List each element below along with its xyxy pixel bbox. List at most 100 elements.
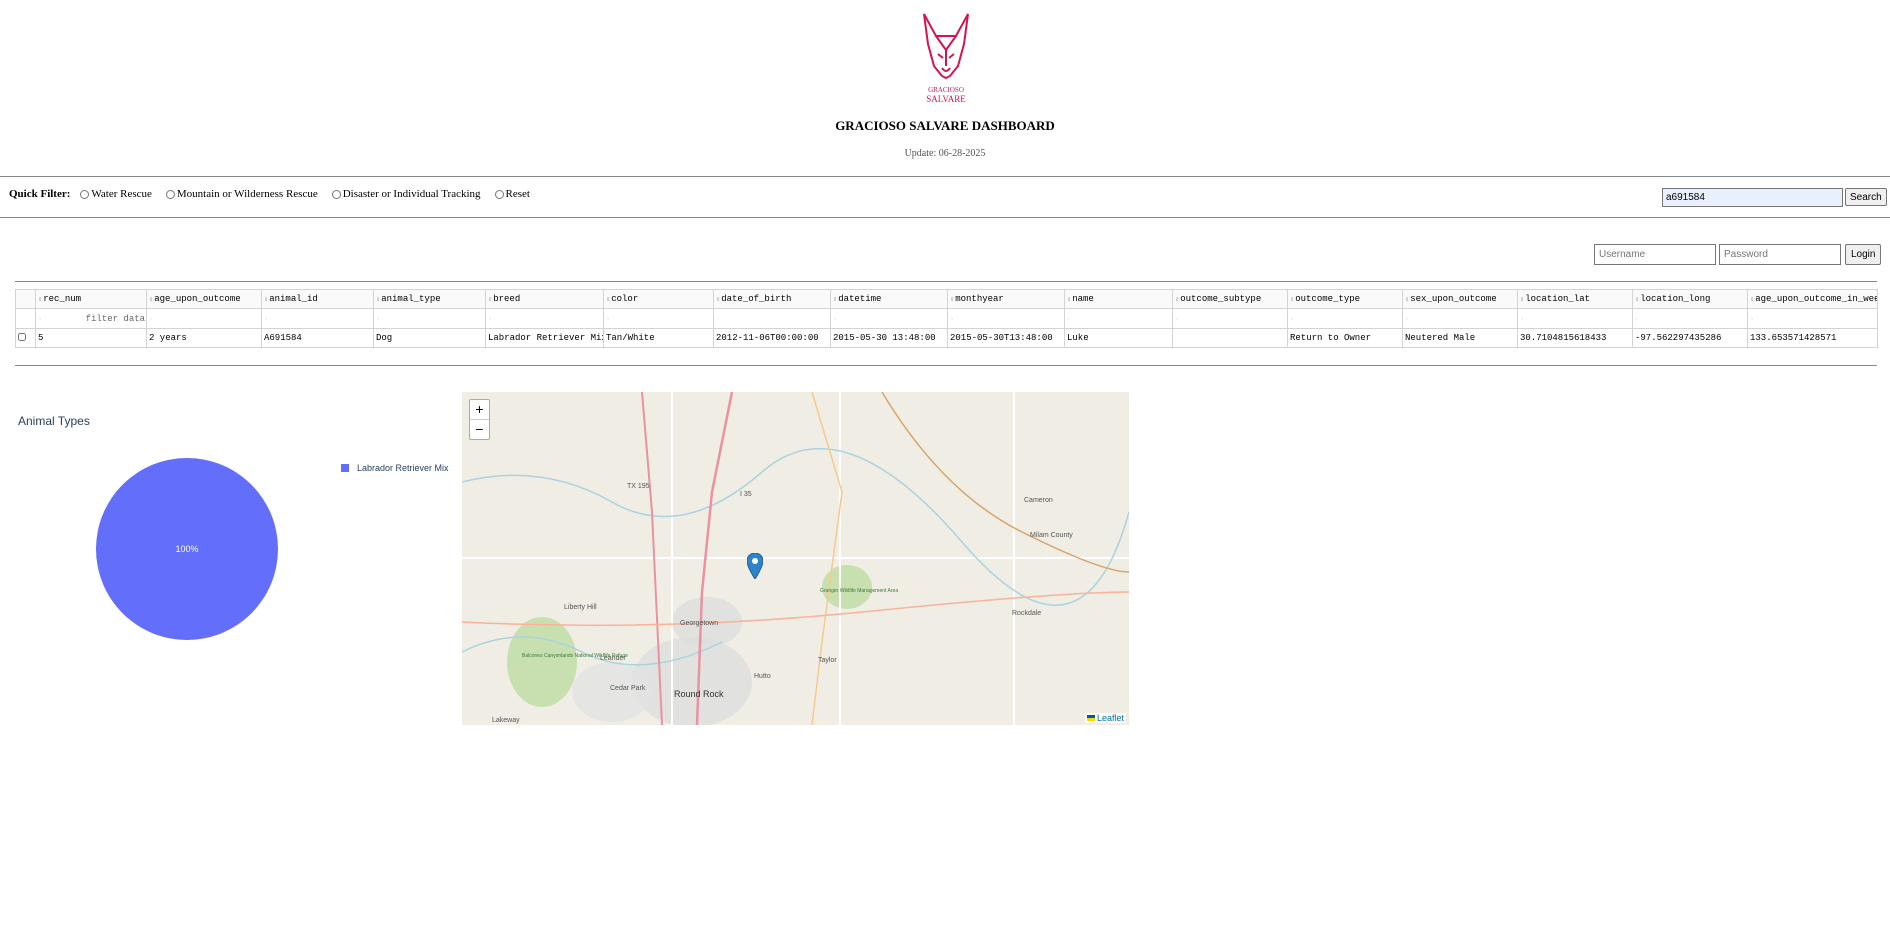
filter-input[interactable]: · bbox=[485, 308, 604, 329]
map-label: Liberty Hill bbox=[564, 604, 597, 611]
column-header[interactable]: ⇕age_upon_outcome_in_weeks bbox=[1747, 289, 1878, 309]
sort-icon[interactable]: ⇕ bbox=[950, 296, 954, 304]
table-cell: Return to Owner bbox=[1287, 328, 1403, 348]
column-header[interactable]: ⇕color bbox=[603, 289, 714, 309]
row-select[interactable] bbox=[15, 328, 36, 348]
data-table: ⇕rec_num ⇕age_upon_outcome ⇕animal_id ⇕a… bbox=[15, 289, 1878, 348]
legend-swatch bbox=[341, 464, 349, 472]
search-input[interactable] bbox=[1662, 188, 1843, 207]
filter-mountain-rescue[interactable]: Mountain or Wilderness Rescue bbox=[162, 188, 318, 200]
column-header[interactable]: ⇕sex_upon_outcome bbox=[1402, 289, 1518, 309]
filter-input[interactable]: · bbox=[1172, 308, 1288, 329]
table-cell bbox=[1172, 328, 1288, 348]
chart-title: Animal Types bbox=[18, 414, 90, 428]
map-label: Georgetown bbox=[680, 620, 718, 627]
map-label: Milam County bbox=[1030, 532, 1073, 539]
zoom-out-button[interactable]: − bbox=[470, 419, 489, 439]
sort-icon[interactable]: ⇕ bbox=[1750, 296, 1754, 304]
filter-input[interactable]: · bbox=[1747, 308, 1878, 329]
filter-input[interactable]: · bbox=[603, 308, 714, 329]
row-checkbox[interactable] bbox=[18, 332, 26, 341]
table-cell: 2015-05-30 13:48:00 bbox=[830, 328, 948, 348]
column-header[interactable]: ⇕name bbox=[1064, 289, 1173, 309]
filter-input[interactable]: · bbox=[146, 308, 262, 329]
table-cell: Labrador Retriever Mix bbox=[485, 328, 604, 348]
chart-legend[interactable]: Labrador Retriever Mix bbox=[341, 463, 449, 473]
sort-icon[interactable]: ⇕ bbox=[1175, 296, 1179, 304]
password-input[interactable] bbox=[1719, 244, 1841, 265]
map-label: I 35 bbox=[740, 491, 752, 498]
table-cell: Tan/White bbox=[603, 328, 714, 348]
username-input[interactable] bbox=[1594, 244, 1716, 265]
filter-input[interactable]: · bbox=[1517, 308, 1633, 329]
logo-dog-icon: GRACIOSO SALVARE bbox=[923, 13, 969, 104]
filter-input[interactable]: · bbox=[947, 308, 1065, 329]
column-header[interactable]: ⇕date_of_birth bbox=[713, 289, 831, 309]
column-header[interactable]: ⇕location_long bbox=[1632, 289, 1748, 309]
table-cell: Dog bbox=[373, 328, 486, 348]
sort-icon[interactable]: ⇕ bbox=[1067, 296, 1071, 304]
table-row: 5 2 years A691584 Dog Labrador Retriever… bbox=[15, 328, 1878, 348]
sort-icon[interactable]: ⇕ bbox=[488, 296, 492, 304]
column-header[interactable]: ⇕location_lat bbox=[1517, 289, 1633, 309]
column-header[interactable]: ⇕outcome_type bbox=[1287, 289, 1403, 309]
filter-row: · filter data... · · · · · · · · · · · ·… bbox=[15, 308, 1878, 329]
sort-icon[interactable]: ⇕ bbox=[149, 296, 153, 304]
filter-input[interactable]: · bbox=[713, 308, 831, 329]
column-header[interactable]: ⇕datetime bbox=[830, 289, 948, 309]
map-label: Hutto bbox=[754, 673, 771, 680]
sort-icon[interactable]: ⇕ bbox=[1635, 296, 1639, 304]
radio-water-rescue[interactable] bbox=[80, 189, 90, 199]
column-header[interactable]: ⇕breed bbox=[485, 289, 604, 309]
column-header[interactable]: ⇕monthyear bbox=[947, 289, 1065, 309]
filter-water-rescue[interactable]: Water Rescue bbox=[76, 188, 152, 200]
filter-input[interactable]: · bbox=[1064, 308, 1173, 329]
filter-input[interactable]: · bbox=[830, 308, 948, 329]
column-header[interactable]: ⇕animal_id bbox=[261, 289, 374, 309]
map-marker-icon[interactable] bbox=[747, 553, 763, 579]
sort-icon[interactable]: ⇕ bbox=[38, 296, 42, 304]
radio-reset[interactable] bbox=[494, 189, 504, 199]
divider bbox=[15, 365, 1877, 366]
map-tiles: TX 195 I 35 Cameron Milam County Liberty… bbox=[462, 392, 1129, 725]
filter-input[interactable]: · filter data... bbox=[35, 308, 147, 329]
search-button[interactable]: Search bbox=[1845, 188, 1887, 206]
sort-icon[interactable]: ⇕ bbox=[264, 296, 268, 304]
zoom-in-button[interactable]: + bbox=[470, 400, 489, 419]
column-header[interactable]: ⇕outcome_subtype bbox=[1172, 289, 1288, 309]
sort-icon[interactable]: ⇕ bbox=[833, 296, 837, 304]
filter-input[interactable]: · bbox=[1287, 308, 1403, 329]
map-label: Granger Wildlife Management Area bbox=[820, 588, 898, 594]
sort-icon[interactable]: ⇕ bbox=[376, 296, 380, 304]
filter-input[interactable]: · bbox=[1632, 308, 1748, 329]
sort-icon[interactable]: ⇕ bbox=[1405, 296, 1409, 304]
sort-icon[interactable]: ⇕ bbox=[716, 296, 720, 304]
filter-disaster-tracking[interactable]: Disaster or Individual Tracking bbox=[328, 188, 481, 200]
sort-icon[interactable]: ⇕ bbox=[1290, 296, 1294, 304]
column-header[interactable]: ⇕animal_type bbox=[373, 289, 486, 309]
leaflet-link[interactable]: Leaflet bbox=[1097, 713, 1124, 723]
filter-input[interactable]: · bbox=[261, 308, 374, 329]
column-header[interactable]: ⇕rec_num bbox=[35, 289, 147, 309]
map-attribution[interactable]: Leaflet bbox=[1084, 713, 1126, 723]
filter-reset[interactable]: Reset bbox=[491, 188, 530, 200]
table-header-row: ⇕rec_num ⇕age_upon_outcome ⇕animal_id ⇕a… bbox=[15, 289, 1878, 309]
logo-text-bottom: SALVARE bbox=[926, 94, 966, 104]
filter-input[interactable]: · bbox=[373, 308, 486, 329]
sort-icon[interactable]: ⇕ bbox=[1520, 296, 1524, 304]
divider bbox=[15, 281, 1877, 282]
radio-disaster-tracking[interactable] bbox=[331, 189, 341, 199]
table-cell: Luke bbox=[1064, 328, 1173, 348]
filter-cell bbox=[15, 308, 36, 329]
quick-filter-label: Quick Filter: bbox=[9, 188, 71, 200]
radio-mountain-rescue[interactable] bbox=[165, 189, 175, 199]
map-label: TX 195 bbox=[627, 483, 650, 490]
sort-icon[interactable]: ⇕ bbox=[606, 296, 610, 304]
filter-input[interactable]: · bbox=[1402, 308, 1518, 329]
map-label: Round Rock bbox=[674, 689, 724, 699]
update-date: Update: 06-28-2025 bbox=[904, 148, 986, 159]
login-button[interactable]: Login bbox=[1845, 244, 1882, 265]
table-cell: 30.7104815618433 bbox=[1517, 328, 1633, 348]
column-header[interactable]: ⇕age_upon_outcome bbox=[146, 289, 262, 309]
map[interactable]: TX 195 I 35 Cameron Milam County Liberty… bbox=[462, 392, 1129, 725]
